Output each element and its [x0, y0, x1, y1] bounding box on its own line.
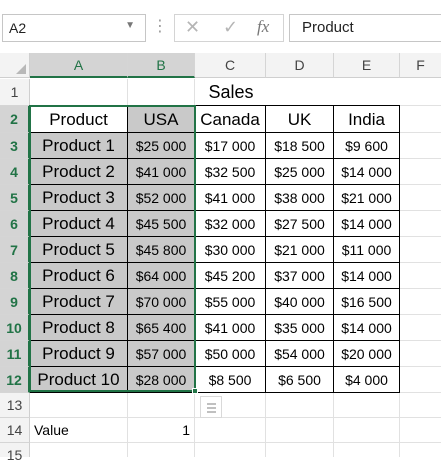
- cell-e15[interactable]: [334, 443, 400, 457]
- cell-e12[interactable]: $4 000: [334, 367, 400, 393]
- cell-e11[interactable]: $20 000: [334, 341, 400, 367]
- cell-e6[interactable]: $14 000: [334, 211, 400, 237]
- column-header-d[interactable]: D: [266, 53, 334, 78]
- row-header-5[interactable]: 5: [0, 185, 30, 211]
- cell-f8[interactable]: [400, 263, 441, 289]
- row-header-2[interactable]: 2: [0, 106, 30, 133]
- cell-c5[interactable]: $41 000: [195, 185, 266, 211]
- cancel-icon[interactable]: ✕: [185, 17, 200, 38]
- row-header-4[interactable]: 4: [0, 159, 30, 185]
- cell-c11[interactable]: $50 000: [195, 341, 266, 367]
- quick-analysis-icon[interactable]: [200, 396, 222, 418]
- cell-f5[interactable]: [400, 185, 441, 211]
- cell-d5[interactable]: $38 000: [266, 185, 334, 211]
- select-all-icon: [16, 64, 26, 74]
- cell-d4[interactable]: $25 000: [266, 159, 334, 185]
- cell-f4[interactable]: [400, 159, 441, 185]
- column-header-f[interactable]: F: [400, 53, 441, 78]
- cell-c2[interactable]: Canada: [195, 106, 266, 133]
- row-header-14[interactable]: 14: [0, 418, 30, 443]
- cell-d2[interactable]: UK: [266, 106, 334, 133]
- cell-e10[interactable]: $14 000: [334, 315, 400, 341]
- cell-f13[interactable]: [400, 393, 441, 418]
- row-header-13[interactable]: 13: [0, 393, 30, 418]
- cell-d3[interactable]: $18 500: [266, 133, 334, 159]
- cell-e8[interactable]: $14 000: [334, 263, 400, 289]
- row-header-6[interactable]: 6: [0, 211, 30, 237]
- insert-function-icon[interactable]: fx: [257, 17, 269, 37]
- cell-d15[interactable]: [266, 443, 334, 457]
- cell-f9[interactable]: [400, 289, 441, 315]
- cell-a13[interactable]: [30, 393, 128, 418]
- cell-e4[interactable]: $14 000: [334, 159, 400, 185]
- cell-d8[interactable]: $37 000: [266, 263, 334, 289]
- cell-c12[interactable]: $8 500: [195, 367, 266, 393]
- cell-e3[interactable]: $9 600: [334, 133, 400, 159]
- name-box[interactable]: A2 ▼: [2, 14, 146, 42]
- cell-b13[interactable]: [128, 393, 195, 418]
- column-header-b[interactable]: B: [128, 53, 195, 78]
- row-header-8[interactable]: 8: [0, 263, 30, 289]
- cell-f7[interactable]: [400, 237, 441, 263]
- row-header-15[interactable]: 15: [0, 443, 30, 463]
- formula-input[interactable]: Product: [289, 14, 441, 42]
- cell-d10[interactable]: $35 000: [266, 315, 334, 341]
- sheet-title[interactable]: Sales: [128, 79, 334, 106]
- selection-range: [29, 105, 196, 392]
- value-cell[interactable]: 1: [128, 418, 195, 443]
- cell-f11[interactable]: [400, 341, 441, 367]
- cell-f10[interactable]: [400, 315, 441, 341]
- column-header-e[interactable]: E: [334, 53, 400, 78]
- row-header-12[interactable]: 12: [0, 367, 30, 393]
- cell-e9[interactable]: $16 500: [334, 289, 400, 315]
- cell-c4[interactable]: $32 500: [195, 159, 266, 185]
- cell-d6[interactable]: $27 500: [266, 211, 334, 237]
- cell-a1[interactable]: [30, 79, 128, 106]
- column-header-c[interactable]: C: [195, 53, 266, 78]
- cell-c3[interactable]: $17 000: [195, 133, 266, 159]
- check-icon[interactable]: ✓: [223, 17, 238, 38]
- cell-c14[interactable]: [195, 418, 266, 443]
- cell-d13[interactable]: [266, 393, 334, 418]
- row-header-3[interactable]: 3: [0, 133, 30, 159]
- row-header-11[interactable]: 11: [0, 341, 30, 367]
- cell-d11[interactable]: $54 000: [266, 341, 334, 367]
- cell-e14[interactable]: [334, 418, 400, 443]
- more-options-icon[interactable]: ⋮: [151, 14, 169, 42]
- chevron-down-icon[interactable]: ▼: [125, 20, 135, 31]
- cell-b15[interactable]: [128, 443, 195, 457]
- cell-f2[interactable]: [400, 106, 441, 133]
- column-header-a[interactable]: A: [30, 53, 128, 78]
- cell-c8[interactable]: $45 200: [195, 263, 266, 289]
- cell-f14[interactable]: [400, 418, 441, 443]
- value-label[interactable]: Value: [30, 418, 128, 443]
- row-header-7[interactable]: 7: [0, 237, 30, 263]
- cell-f6[interactable]: [400, 211, 441, 237]
- cell-d7[interactable]: $21 000: [266, 237, 334, 263]
- cell-e13[interactable]: [334, 393, 400, 418]
- cell-d9[interactable]: $40 000: [266, 289, 334, 315]
- cell-f1[interactable]: [400, 79, 441, 106]
- cell-a15[interactable]: [30, 443, 128, 457]
- cell-f3[interactable]: [400, 133, 441, 159]
- cell-d12[interactable]: $6 500: [266, 367, 334, 393]
- row-header-10[interactable]: 10: [0, 315, 30, 341]
- cell-d14[interactable]: [266, 418, 334, 443]
- name-box-value: A2: [9, 20, 27, 36]
- cell-c9[interactable]: $55 000: [195, 289, 266, 315]
- cell-c15[interactable]: [195, 443, 266, 457]
- fill-handle[interactable]: [192, 388, 198, 394]
- cell-c7[interactable]: $30 000: [195, 237, 266, 263]
- cell-f12[interactable]: [400, 367, 441, 393]
- cell-c10[interactable]: $41 000: [195, 315, 266, 341]
- cell-c6[interactable]: $32 000: [195, 211, 266, 237]
- formula-buttons: ✕ ✓ fx: [174, 14, 284, 42]
- cell-e2[interactable]: India: [334, 106, 400, 133]
- cell-e7[interactable]: $11 000: [334, 237, 400, 263]
- cell-e5[interactable]: $21 000: [334, 185, 400, 211]
- formula-value: Product: [302, 19, 354, 36]
- row-header-9[interactable]: 9: [0, 289, 30, 315]
- row-header-1[interactable]: 1: [0, 79, 30, 106]
